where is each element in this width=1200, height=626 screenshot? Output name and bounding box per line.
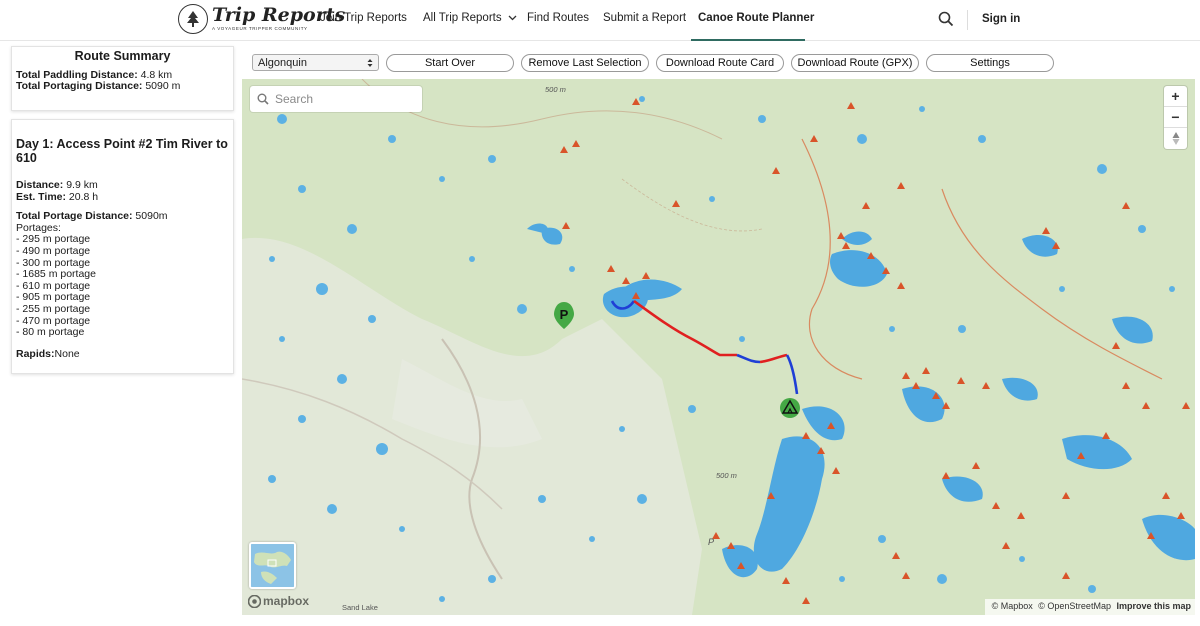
attribution-mapbox-link[interactable]: © Mapbox: [992, 601, 1033, 611]
chevron-down-icon: [508, 15, 517, 21]
rapids: Rapids:None: [16, 347, 229, 361]
park-select[interactable]: Algonquin: [252, 54, 379, 71]
download-route-gpx-button[interactable]: Download Route (GPX): [791, 54, 919, 72]
zoom-control: + −: [1164, 86, 1187, 149]
active-tab-indicator: [691, 39, 805, 41]
day-details-panel: Day 1: Access Point #2 Tim River to 610 …: [11, 119, 234, 374]
portaging-distance-value: 5090 m: [145, 80, 181, 93]
portaging-distance: Total Portaging Distance: 5090 m: [16, 80, 229, 93]
map-canvas[interactable]: P: [242, 79, 1195, 615]
improve-map-link[interactable]: Improve this map: [1116, 601, 1191, 611]
tree-icon: [178, 4, 208, 34]
route-map[interactable]: P 500 m 500 m Sand Lake P + − mapbox: [242, 79, 1195, 615]
list-item: - 490 m portage: [16, 244, 91, 257]
search-icon: [257, 93, 269, 105]
nav-canoe-route-planner[interactable]: Canoe Route Planner: [698, 12, 814, 24]
day-time-label: Est. Time:: [16, 190, 66, 203]
zoom-in-button[interactable]: +: [1164, 86, 1187, 107]
route-summary-title: Route Summary: [74, 49, 171, 63]
top-navigation: Trip Reports A VOYAGEUR TRIPPER COMMUNIT…: [0, 0, 1200, 41]
list-item: - 1685 m portage: [16, 268, 96, 281]
parking-label: P: [708, 537, 715, 547]
nav-submit-report[interactable]: Submit a Report: [603, 12, 686, 24]
mapbox-logo-text: mapbox: [263, 594, 310, 608]
map-attribution: © Mapbox © OpenStreetMap Improve this ma…: [984, 599, 1195, 615]
list-item: - 255 m portage: [16, 302, 91, 315]
day-time: Est. Time: 20.8 h: [16, 190, 229, 204]
settings-button[interactable]: Settings: [926, 54, 1054, 72]
search-icon[interactable]: [938, 11, 954, 32]
nav-all-trip-reports[interactable]: All Trip Reports: [423, 12, 517, 24]
campsite-marker[interactable]: [780, 398, 800, 418]
paddling-distance-value: 4.8 km: [140, 68, 173, 81]
paddling-distance-label: Total Paddling Distance:: [16, 68, 138, 81]
contour-label: 500 m: [716, 471, 737, 480]
download-route-card-button[interactable]: Download Route Card: [656, 54, 784, 72]
sign-in-link[interactable]: Sign in: [982, 13, 1020, 25]
rapids-value: None: [54, 347, 80, 360]
lake-label: Sand Lake: [342, 603, 378, 612]
nav-join-trip-reports[interactable]: Join Trip Reports: [320, 12, 407, 24]
reset-bearing-button[interactable]: [1164, 128, 1187, 149]
list-item: - 80 m portage: [16, 326, 85, 339]
parking-marker[interactable]: P: [554, 302, 574, 329]
minimap[interactable]: [249, 542, 296, 589]
svg-text:P: P: [560, 307, 569, 322]
compass-icon: [1172, 132, 1179, 145]
portage-total-value: 5090m: [135, 210, 168, 223]
zoom-out-button[interactable]: −: [1164, 107, 1187, 128]
day-time-value: 20.8 h: [68, 190, 99, 203]
map-search[interactable]: [250, 86, 422, 112]
minimap-globe: [251, 544, 294, 587]
day-distance-label: Distance:: [16, 179, 64, 191]
start-over-button[interactable]: Start Over: [386, 54, 514, 72]
map-search-input[interactable]: [275, 92, 415, 106]
rapids-label: Rapids:: [16, 347, 55, 360]
portaging-distance-label: Total Portaging Distance:: [16, 80, 143, 93]
contour-label: 500 m: [545, 85, 566, 94]
select-arrows-icon: [367, 58, 373, 67]
remove-last-selection-button[interactable]: Remove Last Selection: [521, 54, 649, 72]
mapbox-logo[interactable]: mapbox: [248, 594, 309, 608]
nav-divider: [967, 10, 968, 30]
attribution-osm-link[interactable]: © OpenStreetMap: [1038, 601, 1111, 611]
nav-all-trip-reports-label: All Trip Reports: [423, 12, 502, 24]
nav-find-routes[interactable]: Find Routes: [527, 12, 589, 24]
portage-total-label: Total Portage Distance:: [16, 210, 133, 223]
day-distance-value: 9.9 km: [66, 179, 98, 191]
mapbox-icon: [248, 594, 261, 608]
park-select-value: Algonquin: [258, 56, 307, 69]
day-title: Day 1: Access Point #2 Tim River to 610: [16, 137, 228, 165]
portage-list: - 295 m portage - 490 m portage - 300 m …: [16, 234, 229, 338]
logo-subtitle: A VOYAGEUR TRIPPER COMMUNITY: [212, 26, 308, 32]
route-summary-panel: Route Summary Total Paddling Distance: 4…: [11, 46, 234, 111]
